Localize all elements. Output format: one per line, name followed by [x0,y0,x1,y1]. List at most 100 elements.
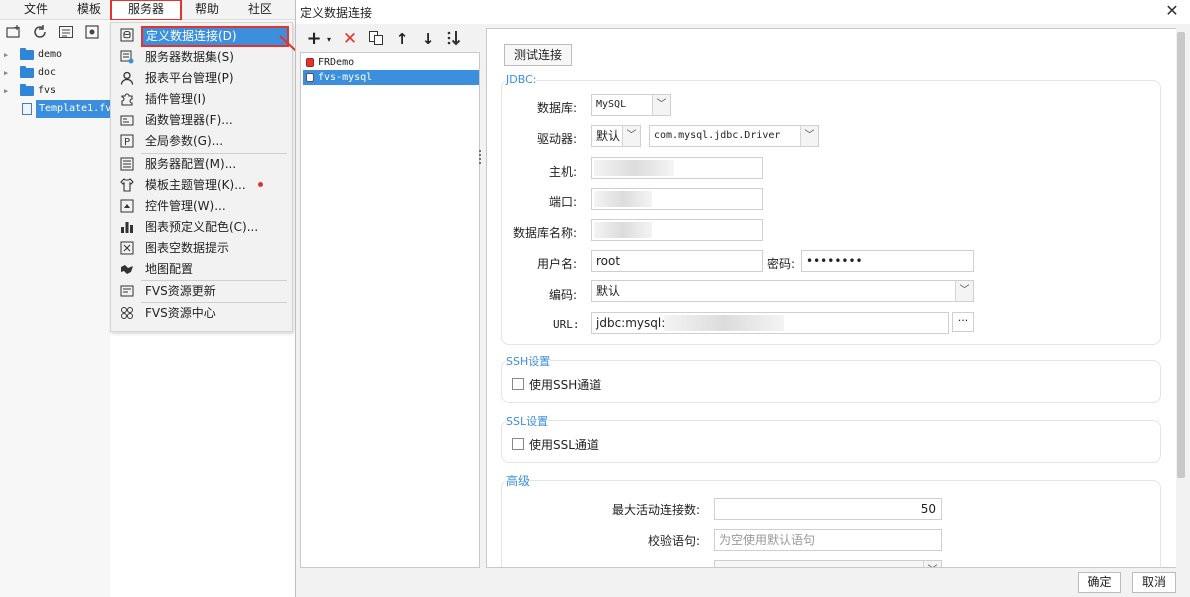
connection-item-fvs-mysql[interactable]: fvs-mysql [303,70,479,85]
settings-icon[interactable] [84,24,100,40]
menu-community[interactable]: 社区 [248,0,272,20]
advanced-section-title: 高级 [506,472,531,489]
driver-label: 驱动器: [537,132,578,146]
empty-chart-icon [120,241,134,255]
dd-item-icon-slot [111,25,141,46]
splitter-grip [479,150,481,152]
new-folder-icon[interactable] [6,24,22,40]
max-active-label: 最大活动连接数: [612,503,701,517]
menu-server[interactable]: 服务器 [110,0,183,21]
port-input[interactable] [591,188,763,210]
password-input[interactable]: •••••••• [801,250,974,272]
menu-item-theme-management[interactable]: 模板主题管理(K)... [111,175,292,196]
ssl-checkbox[interactable] [512,438,524,450]
folder-icon [20,84,34,96]
test-connection-button[interactable]: 测试连接 [504,44,572,66]
move-down-icon[interactable]: ↓ [419,30,437,48]
define-connection-dialog: 定义数据连接 ✕ + ▾ ✕ ↑ ↓ FRDemo fvs-mysql 测试连接 [295,0,1190,597]
resource-center-icon [120,306,134,320]
list-view-icon[interactable] [58,24,74,40]
ssl-section-title: SSL设置 [506,413,549,429]
password-label: 密码: [767,257,796,271]
tree-item-demo[interactable]: ▶ demo [0,46,110,64]
username-label: 用户名: [537,257,578,271]
menu-template[interactable]: 模板 [77,0,101,20]
menu-item-function-manager[interactable]: 函数管理器(F)... [111,110,292,131]
ssh-checkbox-label: 使用SSH通道 [529,378,602,392]
username-input[interactable]: root [591,250,763,272]
menu-item-widget-management[interactable]: 控件管理(W)... [111,196,292,217]
cancel-button[interactable]: 取消 [1132,572,1176,593]
redacted-value [664,315,784,331]
menu-file[interactable]: 文件 [24,0,48,20]
move-up-icon[interactable]: ↑ [393,30,411,48]
encoding-select[interactable]: 默认 ﹀ [591,280,974,302]
jdbc-section [501,80,1161,345]
ssl-section [501,420,1161,463]
max-active-input[interactable]: 50 [714,498,942,520]
function-icon [120,113,134,127]
map-icon [120,262,134,276]
chevron-down-icon: ﹀ [622,126,640,146]
tree-item-template1[interactable]: Template1.fv [36,100,111,118]
menu-item-fvs-resource-update[interactable]: FVS资源更新 [111,281,292,302]
delete-icon[interactable]: ✕ [341,30,359,48]
ok-button[interactable]: 确定 [1078,572,1121,593]
connection-list: FRDemo fvs-mysql [300,52,480,568]
chevron-down-icon: ﹀ [923,561,941,567]
database-icon [306,58,314,67]
scrollbar-thumb[interactable] [1177,32,1185,478]
user-icon [120,71,134,85]
tree-item-fvs[interactable]: ▶ fvs [0,82,110,100]
database-icon [306,73,314,82]
server-dataset-icon [120,50,134,64]
partially-hidden-select[interactable]: ﹀ [714,560,942,567]
bar-chart-icon [120,220,134,234]
puzzle-icon [120,92,134,106]
menu-item-define-connection[interactable]: 定义数据连接(D) [141,26,289,47]
notification-dot [258,182,263,187]
menu-item-global-parameters[interactable]: P 全局参数(G)... [111,131,292,152]
driver-mode-select[interactable]: 默认 ﹀ [591,125,641,147]
widget-icon [120,199,134,213]
chevron-down-icon[interactable]: ▾ [320,31,338,49]
menu-item-server-dataset[interactable]: 服务器数据集(S) [111,47,292,68]
database-name-input[interactable] [591,219,763,241]
menu-item-plugin-management[interactable]: 插件管理(I) [111,89,292,110]
driver-class-select[interactable]: com.mysql.jdbc.Driver ﹀ [649,125,819,147]
sort-icon[interactable] [445,30,463,48]
menu-item-fvs-resource-center[interactable]: FVS资源中心 [111,303,292,324]
database-label: 数据库: [537,101,578,115]
menu-item-map-config[interactable]: 地图配置 [111,259,292,280]
connection-item-frdemo[interactable]: FRDemo [303,55,479,70]
url-label: URL: [553,318,580,331]
menu-help[interactable]: 帮助 [195,0,219,20]
menu-item-chart-colors[interactable]: 图表预定义配色(C)... [111,217,292,238]
validation-query-input[interactable]: 为空使用默认语句 [714,529,942,551]
template-file-icon [22,103,32,115]
splitter-grip [479,158,481,160]
svg-text:P: P [124,137,130,148]
url-input[interactable]: jdbc:mysql:// [591,312,949,334]
vertical-scrollbar[interactable] [1176,28,1186,568]
menu-item-platform-management[interactable]: 报表平台管理(P) [111,68,292,89]
close-icon[interactable]: ✕ [1163,2,1181,20]
menu-item-server-config[interactable]: 服务器配置(M)... [111,154,292,175]
tree-item-doc[interactable]: ▶ doc [0,64,110,82]
expand-arrow-icon[interactable]: ▶ [4,82,8,100]
folder-icon [20,48,34,60]
chevron-down-icon: ﹀ [955,281,973,301]
database-select[interactable]: MySQL ﹀ [591,94,671,116]
validation-query-label: 校验语句: [648,534,701,548]
menu-item-chart-empty-data[interactable]: 图表空数据提示 [111,238,292,259]
refresh-icon[interactable] [32,24,48,40]
ssh-checkbox[interactable] [512,378,524,390]
host-input[interactable] [591,157,763,179]
shirt-icon [120,178,134,192]
splitter-grip [479,154,481,156]
copy-icon[interactable] [367,30,385,48]
redacted-value [594,160,674,176]
expand-arrow-icon[interactable]: ▶ [4,46,8,64]
url-more-button[interactable]: ··· [952,312,974,332]
expand-arrow-icon[interactable]: ▶ [4,64,8,82]
